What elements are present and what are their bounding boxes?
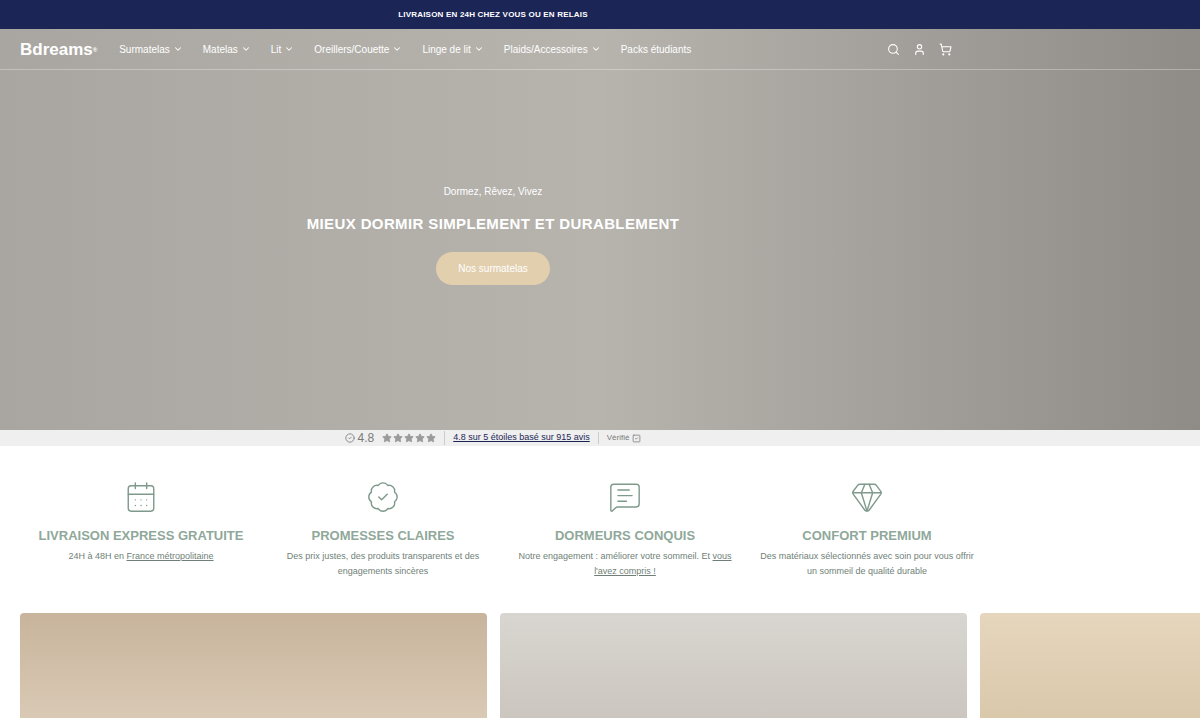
feature-title: PROMESSES CLAIRES bbox=[311, 526, 454, 546]
chevron-down-icon bbox=[392, 44, 402, 54]
category-card[interactable] bbox=[980, 613, 1200, 718]
stars bbox=[382, 433, 436, 443]
category-card[interactable] bbox=[20, 613, 487, 718]
star-icon bbox=[415, 433, 425, 443]
feature-desc: Notre engagement : améliorer votre somme… bbox=[518, 549, 733, 579]
cart-icon[interactable] bbox=[939, 43, 952, 56]
category-cards bbox=[0, 613, 1200, 718]
chevron-down-icon bbox=[474, 44, 484, 54]
nav-item[interactable]: Matelas bbox=[203, 42, 251, 57]
feature: CONFORT PREMIUM Des matériaux sélectionné… bbox=[746, 480, 988, 579]
chevron-down-icon bbox=[284, 44, 294, 54]
star-icon bbox=[382, 433, 392, 443]
hero-title: MIEUX DORMIR SIMPLEMENT ET DURABLEMENT bbox=[307, 213, 680, 236]
nav-item[interactable]: Linge de lit bbox=[422, 42, 483, 57]
feature-title: CONFORT PREMIUM bbox=[802, 526, 931, 546]
nav-item[interactable]: Lit bbox=[271, 42, 295, 57]
header-actions bbox=[887, 43, 952, 56]
nav-item[interactable]: Packs étudiants bbox=[621, 42, 692, 57]
account-icon[interactable] bbox=[913, 43, 926, 56]
feature-link[interactable]: France métropolitaine bbox=[127, 551, 214, 561]
category-card[interactable] bbox=[500, 613, 967, 718]
reviews-link[interactable]: 4.8 sur 5 étoiles basé sur 915 avis bbox=[444, 431, 590, 445]
feature-desc: 24H à 48H en France métropolitaine bbox=[68, 549, 213, 564]
chevron-down-icon bbox=[173, 44, 183, 54]
check-icon bbox=[345, 433, 355, 443]
nav-item[interactable]: Plaids/Accessoires bbox=[504, 42, 601, 57]
star-icon bbox=[393, 433, 403, 443]
feature: PROMESSES CLAIRES Des prix justes, des pr… bbox=[262, 480, 504, 579]
feature-link[interactable]: vous l'avez compris ! bbox=[594, 551, 731, 576]
nav-item[interactable]: Surmatelas bbox=[119, 42, 183, 57]
star-icon bbox=[426, 433, 436, 443]
reviews-bar: 4.8 4.8 sur 5 étoiles basé sur 915 avis Vé… bbox=[0, 430, 1200, 446]
search-icon[interactable] bbox=[887, 43, 900, 56]
feature-title: LIVRAISON EXPRESS GRATUITE bbox=[39, 526, 244, 546]
features: LIVRAISON EXPRESS GRATUITE 24H à 48H en F… bbox=[20, 446, 988, 613]
feature-title: DORMEURS CONQUIS bbox=[555, 526, 695, 546]
comfort-icon bbox=[850, 480, 884, 514]
nav-item[interactable]: Oreillers/Couette bbox=[314, 42, 402, 57]
feature-desc: Des matériaux sélectionnés avec soin pou… bbox=[760, 549, 975, 579]
hero-button[interactable]: Nos surmatelas bbox=[436, 252, 549, 285]
rating: 4.8 bbox=[345, 429, 375, 447]
header: Bdreams® Surmatelas Matelas Lit Oreillers/Co… bbox=[0, 29, 1200, 70]
page: LIVRAISON EN 24H CHEZ VOUS OU EN RELAIS B… bbox=[0, 0, 1200, 718]
hero: Bdreams® Surmatelas Matelas Lit Oreillers/Co… bbox=[0, 29, 1200, 430]
reviews-icon bbox=[608, 480, 642, 514]
chevron-down-icon bbox=[591, 44, 601, 54]
logo[interactable]: Bdreams® bbox=[20, 41, 97, 58]
star-icon bbox=[404, 433, 414, 443]
feature: DORMEURS CONQUIS Notre engagement : améli… bbox=[504, 480, 746, 579]
delivery-icon bbox=[124, 480, 158, 514]
announcement-bar: LIVRAISON EN 24H CHEZ VOUS OU EN RELAIS bbox=[0, 0, 1200, 29]
promise-icon bbox=[366, 480, 400, 514]
announcement-text: LIVRAISON EN 24H CHEZ VOUS OU EN RELAIS bbox=[398, 9, 588, 21]
feature-desc: Des prix justes, des produits transparen… bbox=[276, 549, 491, 579]
hero-subtitle: Dormez, Rêvez, Vivez bbox=[444, 184, 543, 199]
verified: Vérifié bbox=[598, 432, 642, 444]
chevron-down-icon bbox=[241, 44, 251, 54]
verified-icon bbox=[632, 434, 641, 443]
feature: LIVRAISON EXPRESS GRATUITE 24H à 48H en F… bbox=[20, 480, 262, 579]
main-nav: Surmatelas Matelas Lit Oreillers/Couette Lin… bbox=[119, 42, 691, 57]
